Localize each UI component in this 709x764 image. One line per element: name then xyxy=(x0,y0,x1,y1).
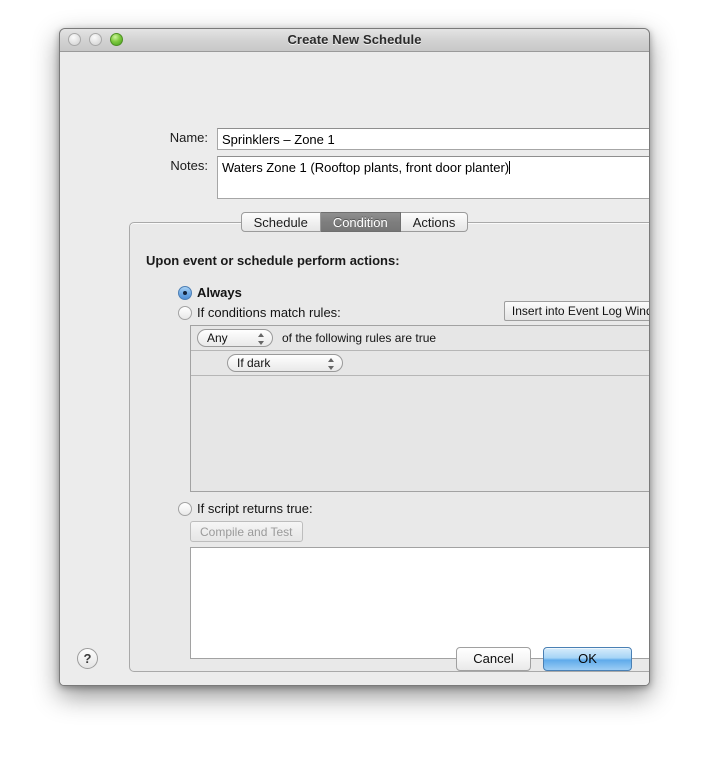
tab-condition[interactable]: Condition xyxy=(320,212,401,232)
ok-button[interactable]: OK xyxy=(543,647,632,671)
name-field-row: Name: Sprinklers – Zone 1 xyxy=(154,128,649,150)
notes-label: Notes: xyxy=(170,158,208,173)
rule-row-match: Any of the following rules are true xyxy=(191,326,649,351)
radio-conditions-icon[interactable] xyxy=(178,305,192,320)
match-rule-text: of the following rules are true xyxy=(282,331,437,345)
radio-option-always[interactable]: Always xyxy=(178,285,242,300)
radio-script-icon[interactable] xyxy=(178,501,192,516)
name-label: Name: xyxy=(169,130,208,145)
condition-tab-panel: Upon event or schedule perform actions: … xyxy=(129,222,649,672)
rule-condition-popup[interactable]: If dark xyxy=(227,354,343,372)
text-caret xyxy=(509,161,511,174)
cancel-button[interactable]: Cancel xyxy=(456,647,531,671)
match-type-value: Any xyxy=(207,331,228,345)
radio-script-label: If script returns true: xyxy=(197,501,313,516)
table-row: If dark xyxy=(191,351,649,376)
insert-into-event-log-button[interactable]: Insert into Event Log Window xyxy=(503,301,649,321)
tab-schedule[interactable]: Schedule xyxy=(240,212,321,232)
radio-conditions-label: If conditions match rules: xyxy=(197,305,341,320)
radio-option-script[interactable]: If script returns true: xyxy=(178,501,313,516)
panel-heading: Upon event or schedule perform actions: xyxy=(146,253,400,268)
chevron-updown-icon xyxy=(328,358,335,370)
rule-condition-value: If dark xyxy=(237,356,271,370)
window-titlebar[interactable]: Create New Schedule xyxy=(60,29,649,52)
notes-text: Waters Zone 1 (Rooftop plants, front doo… xyxy=(222,160,510,175)
radio-always-icon[interactable] xyxy=(178,285,192,300)
chevron-updown-icon xyxy=(258,333,265,345)
window-title: Create New Schedule xyxy=(287,32,422,47)
notes-field-row: Notes: Waters Zone 1 (Rooftop plants, fr… xyxy=(154,156,649,199)
window-body: Name: Sprinklers – Zone 1 Notes: Waters … xyxy=(60,52,649,685)
screenshot-root: Create New Schedule Name: Sprinklers – Z… xyxy=(0,0,709,764)
rules-list: Any of the following rules are true If d… xyxy=(190,325,649,492)
match-type-popup[interactable]: Any xyxy=(197,329,273,347)
compile-and-test-button[interactable]: Compile and Test xyxy=(190,521,303,542)
script-editor[interactable] xyxy=(190,547,649,659)
name-input[interactable]: Sprinklers – Zone 1 xyxy=(217,128,649,150)
radio-always-label: Always xyxy=(197,285,242,300)
tab-actions[interactable]: Actions xyxy=(400,212,469,232)
notes-textarea[interactable]: Waters Zone 1 (Rooftop plants, front doo… xyxy=(217,156,649,199)
create-new-schedule-window: Create New Schedule Name: Sprinklers – Z… xyxy=(59,28,650,686)
help-button[interactable]: ? xyxy=(77,648,98,669)
tab-strip: Schedule Condition Actions xyxy=(60,212,649,232)
radio-option-conditions[interactable]: If conditions match rules: xyxy=(178,305,341,320)
